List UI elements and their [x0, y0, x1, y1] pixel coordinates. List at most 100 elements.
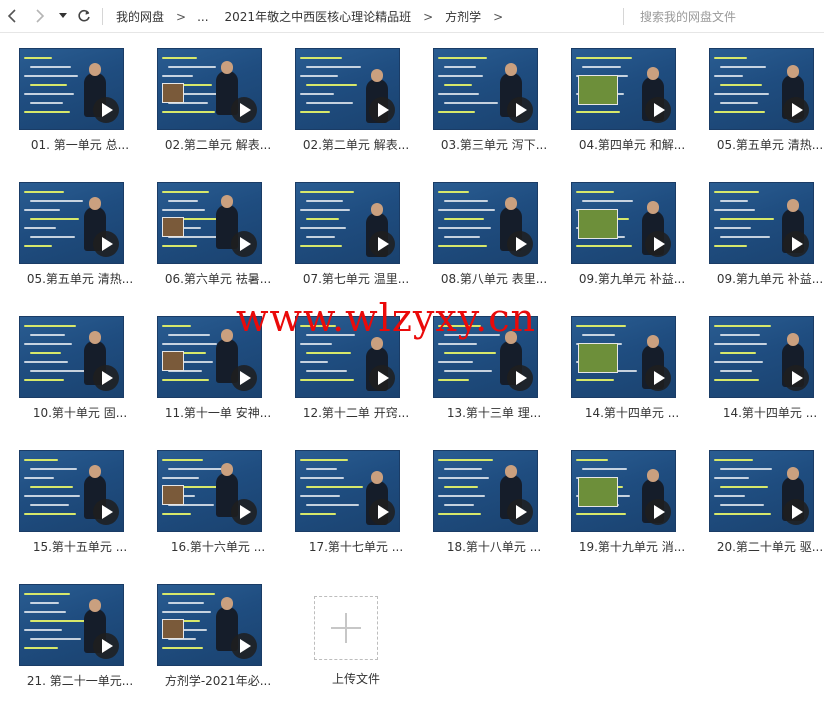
play-icon[interactable] [231, 499, 257, 525]
video-thumbnail[interactable] [19, 450, 124, 532]
video-thumbnail[interactable] [433, 48, 538, 130]
file-tile[interactable]: 14.第十四单元 ... [704, 312, 824, 438]
file-name[interactable]: 03.第三单元 泻下... [428, 136, 560, 153]
file-tile[interactable]: 20.第二十单元 驱... [704, 446, 824, 572]
play-icon[interactable] [369, 499, 395, 525]
file-name[interactable]: 05.第五单元 清热... [704, 136, 824, 153]
file-name[interactable]: 08.第八单元 表里... [428, 270, 560, 287]
file-name[interactable]: 06.第六单元 祛暑... [152, 270, 284, 287]
file-name[interactable]: 01. 第一单元 总... [14, 136, 146, 153]
play-icon[interactable] [231, 365, 257, 391]
forward-button[interactable] [30, 6, 50, 26]
file-tile[interactable]: 05.第五单元 清热... [14, 178, 152, 304]
search-input[interactable] [640, 7, 810, 26]
refresh-button[interactable] [74, 6, 94, 26]
breadcrumb-item-ellipsis[interactable]: ... [197, 10, 208, 24]
play-icon[interactable] [369, 231, 395, 257]
upload-tile[interactable]: 上传文件 [290, 580, 428, 706]
video-thumbnail[interactable] [571, 48, 676, 130]
file-name[interactable]: 14.第十四单元 ... [704, 404, 824, 421]
video-thumbnail[interactable] [433, 316, 538, 398]
breadcrumb-item-folder[interactable]: 2021年敬之中西医核心理论精品班 [225, 8, 412, 25]
file-name[interactable]: 13.第十三单 理... [428, 404, 560, 421]
play-icon[interactable] [645, 231, 671, 257]
file-tile[interactable]: 06.第六单元 祛暑... [152, 178, 290, 304]
file-tile[interactable]: 11.第十一单 安神... [152, 312, 290, 438]
history-dropdown[interactable] [56, 6, 70, 26]
play-icon[interactable] [369, 365, 395, 391]
file-name[interactable]: 09.第九单元 补益... [566, 270, 698, 287]
upload-button[interactable] [314, 596, 378, 660]
file-name[interactable]: 15.第十五单元 ... [14, 538, 146, 555]
file-tile[interactable]: 04.第四单元 和解... [566, 44, 704, 170]
file-name[interactable]: 12.第十二单 开窍... [290, 404, 422, 421]
file-name[interactable]: 14.第十四单元 ... [566, 404, 698, 421]
video-thumbnail[interactable] [19, 182, 124, 264]
file-tile[interactable]: 08.第八单元 表里... [428, 178, 566, 304]
video-thumbnail[interactable] [295, 48, 400, 130]
video-thumbnail[interactable] [157, 450, 262, 532]
video-thumbnail[interactable] [571, 182, 676, 264]
file-name[interactable]: 方剂学-2021年必... [152, 672, 284, 689]
play-icon[interactable] [645, 97, 671, 123]
file-name[interactable]: 07.第七单元 温里... [290, 270, 422, 287]
video-thumbnail[interactable] [295, 182, 400, 264]
file-tile[interactable]: 09.第九单元 补益... [704, 178, 824, 304]
video-thumbnail[interactable] [157, 584, 262, 666]
video-thumbnail[interactable] [709, 182, 814, 264]
file-name[interactable]: 11.第十一单 安神... [152, 404, 284, 421]
video-thumbnail[interactable] [433, 450, 538, 532]
breadcrumb-item-root[interactable]: 我的网盘 [116, 8, 164, 25]
file-tile[interactable]: 13.第十三单 理... [428, 312, 566, 438]
file-tile[interactable]: 17.第十七单元 ... [290, 446, 428, 572]
file-name[interactable]: 19.第十九单元 消... [566, 538, 698, 555]
file-name[interactable]: 16.第十六单元 ... [152, 538, 284, 555]
file-tile[interactable]: 14.第十四单元 ... [566, 312, 704, 438]
video-thumbnail[interactable] [571, 316, 676, 398]
file-name[interactable]: 04.第四单元 和解... [566, 136, 698, 153]
file-tile[interactable]: 15.第十五单元 ... [14, 446, 152, 572]
file-tile[interactable]: 03.第三单元 泻下... [428, 44, 566, 170]
video-thumbnail[interactable] [709, 48, 814, 130]
file-name[interactable]: 17.第十七单元 ... [290, 538, 422, 555]
breadcrumb-item-current[interactable]: 方剂学 [445, 8, 481, 25]
play-icon[interactable] [93, 97, 119, 123]
video-thumbnail[interactable] [157, 316, 262, 398]
video-thumbnail[interactable] [295, 450, 400, 532]
play-icon[interactable] [507, 97, 533, 123]
file-tile[interactable]: 16.第十六单元 ... [152, 446, 290, 572]
file-tile[interactable]: 12.第十二单 开窍... [290, 312, 428, 438]
file-tile[interactable]: 21. 第二十一单元... [14, 580, 152, 706]
video-thumbnail[interactable] [19, 584, 124, 666]
play-icon[interactable] [369, 97, 395, 123]
file-name[interactable]: 02.第二单元 解表... [152, 136, 284, 153]
file-tile[interactable]: 07.第七单元 温里... [290, 178, 428, 304]
video-thumbnail[interactable] [295, 316, 400, 398]
video-thumbnail[interactable] [19, 316, 124, 398]
video-thumbnail[interactable] [157, 48, 262, 130]
video-thumbnail[interactable] [709, 316, 814, 398]
file-tile[interactable]: 02.第二单元 解表... [290, 44, 428, 170]
file-name[interactable]: 05.第五单元 清热... [14, 270, 146, 287]
play-icon[interactable] [231, 633, 257, 659]
file-name[interactable]: 20.第二十单元 驱... [704, 538, 824, 555]
play-icon[interactable] [507, 365, 533, 391]
file-name[interactable]: 09.第九单元 补益... [704, 270, 824, 287]
video-thumbnail[interactable] [19, 48, 124, 130]
play-icon[interactable] [231, 231, 257, 257]
play-icon[interactable] [93, 231, 119, 257]
file-tile[interactable]: 18.第十八单元 ... [428, 446, 566, 572]
play-icon[interactable] [93, 365, 119, 391]
play-icon[interactable] [783, 97, 809, 123]
file-name[interactable]: 10.第十单元 固... [14, 404, 146, 421]
play-icon[interactable] [783, 499, 809, 525]
video-thumbnail[interactable] [157, 182, 262, 264]
play-icon[interactable] [783, 365, 809, 391]
play-icon[interactable] [93, 499, 119, 525]
file-tile[interactable]: 05.第五单元 清热... [704, 44, 824, 170]
play-icon[interactable] [645, 499, 671, 525]
video-thumbnail[interactable] [709, 450, 814, 532]
video-thumbnail[interactable] [571, 450, 676, 532]
file-name[interactable]: 21. 第二十一单元... [14, 672, 146, 689]
play-icon[interactable] [645, 365, 671, 391]
